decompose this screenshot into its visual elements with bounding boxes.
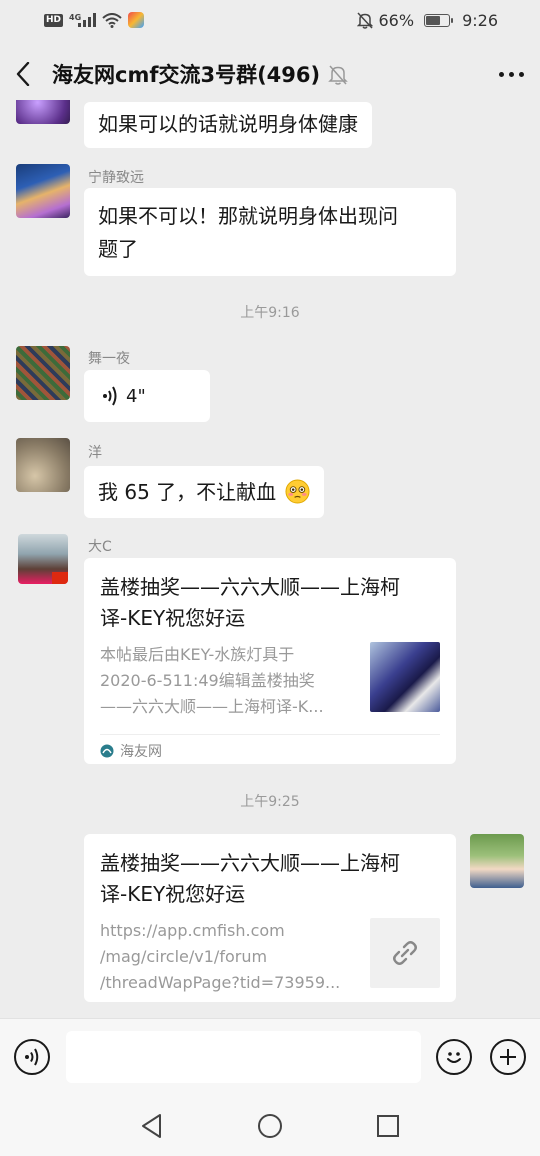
- message-text: 如果可以的话就说明身体健康: [98, 112, 358, 136]
- message-bubble[interactable]: 如果不可以！那就说明身体出现问 题了: [84, 188, 456, 276]
- voice-message-bubble[interactable]: 4": [84, 370, 210, 422]
- more-dot: [509, 71, 514, 77]
- card-url-line: /mag/circle/v1/forum: [100, 947, 268, 966]
- status-bar: HD 4G 66% 9:26: [0, 0, 540, 40]
- sender-name: 舞一夜: [88, 351, 130, 367]
- link-icon: [393, 941, 417, 965]
- avatar[interactable]: [16, 100, 70, 124]
- chat-title: 海友网cmf交流3号群(496): [52, 63, 321, 87]
- bell-off-status-icon: [356, 11, 373, 29]
- triangle-back-icon: [142, 1114, 161, 1138]
- more-options-button[interactable]: [480, 54, 524, 94]
- card-source-name: 海友网: [120, 743, 162, 760]
- sender-name: 宁静致远: [88, 170, 144, 186]
- card-desc-line: 2020-6-511:49编辑盖楼抽奖: [100, 671, 315, 690]
- plus-icon: [500, 1049, 516, 1065]
- card-title: 盖楼抽奖——六六大顺——上海柯 译-KEY祝您好运: [100, 848, 440, 910]
- nav-home-button[interactable]: [255, 1111, 285, 1141]
- status-left: HD 4G: [44, 12, 145, 28]
- flag-badge: [52, 572, 68, 584]
- card-title-line: 译-KEY祝您好运: [100, 882, 246, 906]
- avatar[interactable]: [16, 164, 70, 218]
- app-notification-icon: [128, 12, 145, 28]
- link-card[interactable]: 盖楼抽奖——六六大顺——上海柯 译-KEY祝您好运 本帖最后由KEY-水族灯具于…: [84, 558, 456, 764]
- my-avatar[interactable]: [470, 834, 524, 888]
- emoji-button[interactable]: [436, 1039, 472, 1075]
- card-body: https://app.cmfish.com /mag/circle/v1/fo…: [100, 918, 440, 996]
- back-button[interactable]: [16, 54, 46, 94]
- more-dot: [519, 71, 524, 77]
- voice-wave-icon: [25, 1048, 39, 1066]
- battery-fill: [426, 15, 441, 25]
- voice-input-button[interactable]: [14, 1039, 50, 1075]
- message-bubble[interactable]: 我 65 了，不让献血: [84, 466, 324, 518]
- card-title-line: 盖楼抽奖——六六大顺——上海柯: [100, 575, 400, 599]
- chat-message-list[interactable]: 如果可以的话就说明身体健康 宁静致远 如果不可以！那就说明身体出现问 题了 上午…: [0, 100, 540, 1018]
- status-right: 66% 9:26: [356, 10, 498, 30]
- card-title-line: 盖楼抽奖——六六大顺——上海柯: [100, 851, 400, 875]
- more-dot: [499, 71, 504, 77]
- card-desc-line: 本帖最后由KEY-水族灯具于: [100, 645, 295, 664]
- circle-home-icon: [258, 1114, 282, 1138]
- flushed-emoji-icon: [285, 479, 310, 504]
- avatar[interactable]: [16, 346, 70, 400]
- card-body: 本帖最后由KEY-水族灯具于 2020-6-511:49编辑盖楼抽奖 ——六六大…: [100, 642, 440, 720]
- card-source: 海友网: [100, 734, 440, 766]
- card-title-line: 译-KEY祝您好运: [100, 606, 246, 630]
- message-text: 如果不可以！那就说明身体出现问: [98, 204, 398, 228]
- chevron-left-icon: [16, 62, 30, 86]
- link-card[interactable]: 盖楼抽奖——六六大顺——上海柯 译-KEY祝您好运 https://app.cm…: [84, 834, 456, 1002]
- message-bubble[interactable]: 如果可以的话就说明身体健康: [84, 102, 372, 148]
- wifi-icon: [102, 12, 122, 28]
- message-text: 题了: [98, 237, 138, 261]
- voice-duration: 4": [126, 385, 146, 407]
- card-url: https://app.cmfish.com /mag/circle/v1/fo…: [100, 918, 356, 996]
- timestamp: 上午9:25: [240, 794, 300, 810]
- card-url-line: https://app.cmfish.com: [100, 921, 285, 940]
- sender-name: 洋: [88, 445, 102, 461]
- sender-name: 大C: [88, 539, 112, 555]
- battery-percent: 66%: [378, 10, 415, 30]
- voice-wave-icon: [103, 386, 117, 406]
- timestamp: 上午9:16: [240, 305, 300, 321]
- square-recents-icon: [377, 1115, 399, 1137]
- nav-back-button[interactable]: [137, 1111, 167, 1141]
- chat-header: 海友网cmf交流3号群(496): [0, 40, 540, 108]
- card-title: 盖楼抽奖——六六大顺——上海柯 译-KEY祝您好运: [100, 572, 440, 634]
- clock-time: 9:26: [462, 10, 498, 30]
- input-bar: [0, 1018, 540, 1096]
- card-description: 本帖最后由KEY-水族灯具于 2020-6-511:49编辑盖楼抽奖 ——六六大…: [100, 642, 356, 720]
- cellular-signal-icon: 4G: [69, 13, 97, 27]
- message-input[interactable]: [66, 1031, 421, 1083]
- smiley-icon: [447, 1052, 461, 1063]
- plus-button[interactable]: [490, 1039, 526, 1075]
- message-text: 我 65 了，不让献血: [98, 480, 277, 504]
- hd-icon: HD: [44, 13, 64, 27]
- card-thumbnail: [370, 642, 440, 712]
- avatar[interactable]: [18, 534, 68, 584]
- bell-off-icon: [328, 64, 348, 85]
- system-nav-bar: [0, 1096, 540, 1156]
- site-logo-icon: [100, 744, 114, 757]
- nav-recents-button[interactable]: [373, 1111, 403, 1141]
- card-url-line: /threadWapPage?tid=73959...: [100, 973, 341, 992]
- card-desc-line: ——六六大顺——上海柯译-K...: [100, 697, 324, 716]
- card-thumbnail: [370, 918, 440, 988]
- avatar[interactable]: [16, 438, 70, 492]
- battery-icon: [424, 13, 454, 27]
